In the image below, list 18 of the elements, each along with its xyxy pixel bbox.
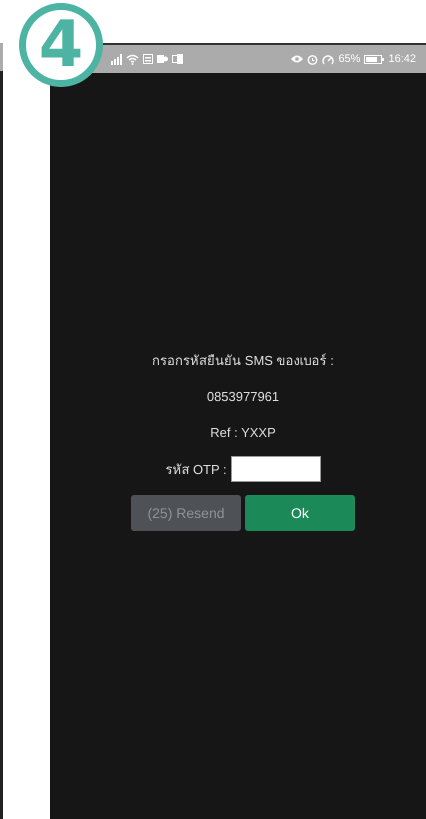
otp-input-field[interactable] bbox=[230, 456, 321, 482]
notification-icon bbox=[172, 54, 183, 64]
prompt-text: กรอกรหัสยืนยัน SMS ของเบอร์ : bbox=[152, 352, 334, 370]
speedometer-icon bbox=[322, 54, 334, 64]
battery-icon bbox=[364, 54, 384, 64]
clock-time: 16:42 bbox=[388, 53, 416, 65]
step-number-badge: 4 bbox=[19, 3, 103, 87]
signal-icon bbox=[110, 54, 122, 64]
phone-number: 0853977961 bbox=[206, 388, 280, 406]
ok-button[interactable]: Ok bbox=[245, 495, 355, 531]
eye-icon bbox=[291, 55, 304, 63]
otp-label: รหัส OTP : bbox=[165, 460, 227, 478]
notification-icon bbox=[157, 54, 168, 64]
reference-code: Ref : YXXP bbox=[210, 424, 276, 442]
alarm-icon bbox=[307, 54, 318, 64]
wifi-icon bbox=[126, 54, 139, 64]
notification-icon bbox=[143, 54, 153, 64]
battery-percent: 65% bbox=[338, 53, 360, 65]
